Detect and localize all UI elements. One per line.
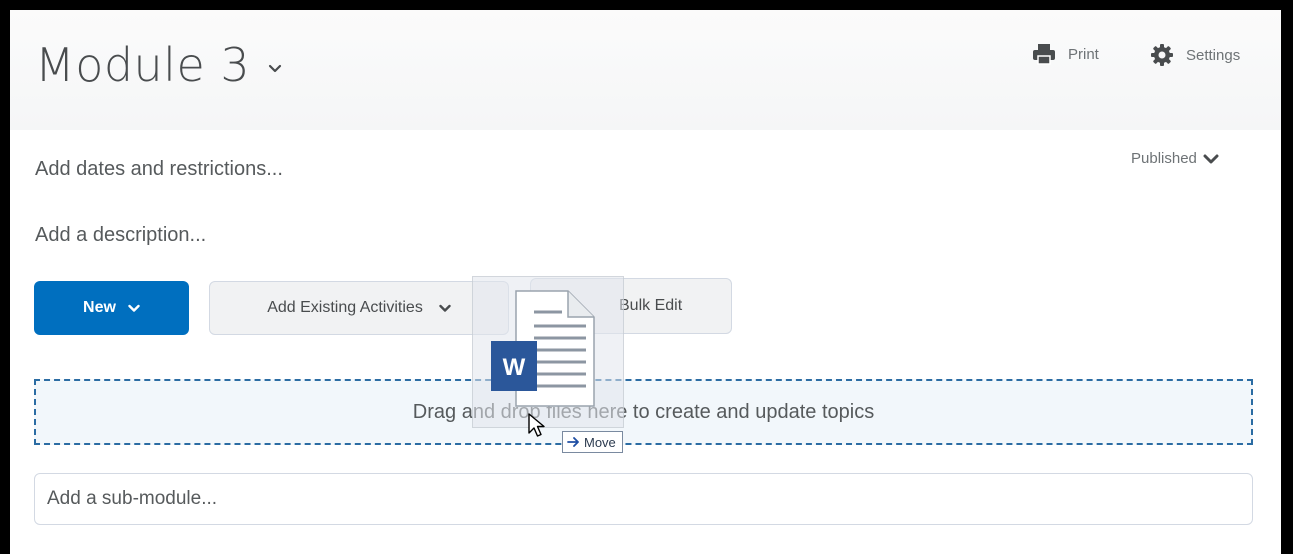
print-button[interactable]: Print bbox=[1032, 43, 1099, 65]
chevron-down-icon bbox=[269, 64, 282, 73]
chevron-down-icon bbox=[128, 304, 140, 312]
word-badge: W bbox=[503, 354, 526, 381]
add-existing-label: Add Existing Activities bbox=[267, 299, 423, 316]
add-dates-link[interactable]: Add dates and restrictions... bbox=[35, 158, 283, 181]
new-button[interactable]: New bbox=[34, 281, 189, 335]
submodule-placeholder: Add a sub-module... bbox=[47, 488, 218, 509]
file-drop-zone[interactable]: Drag and drop files here to create and u… bbox=[34, 379, 1253, 445]
chevron-down-icon bbox=[439, 304, 451, 312]
settings-label: Settings bbox=[1186, 46, 1241, 64]
module-title-menu[interactable]: Module 3 bbox=[35, 38, 282, 92]
bulk-edit-label: Bulk Edit bbox=[619, 297, 683, 314]
print-icon bbox=[1033, 44, 1055, 65]
gear-icon bbox=[1151, 44, 1173, 66]
page-title: Module 3 bbox=[35, 38, 251, 92]
add-submodule-input[interactable]: Add a sub-module... bbox=[34, 473, 1253, 525]
add-description-link[interactable]: Add a description... bbox=[35, 224, 206, 247]
new-button-label: New bbox=[83, 299, 116, 316]
settings-button[interactable]: Settings bbox=[1150, 43, 1240, 67]
move-tooltip-label: Move bbox=[584, 434, 616, 450]
chevron-down-icon bbox=[1203, 154, 1219, 163]
move-tooltip: Move bbox=[562, 431, 623, 453]
word-document-icon: W bbox=[491, 290, 595, 407]
published-status-dropdown[interactable]: Published bbox=[1131, 150, 1219, 167]
add-existing-activities-button[interactable]: Add Existing Activities bbox=[209, 281, 509, 335]
mouse-cursor-icon bbox=[528, 413, 545, 437]
arrow-right-icon bbox=[567, 437, 579, 447]
status-label: Published bbox=[1131, 150, 1197, 167]
print-label: Print bbox=[1068, 45, 1099, 63]
content-page: Module 3 Print Settings Published Add da… bbox=[10, 10, 1281, 554]
module-header: Module 3 Print Settings bbox=[10, 10, 1281, 130]
